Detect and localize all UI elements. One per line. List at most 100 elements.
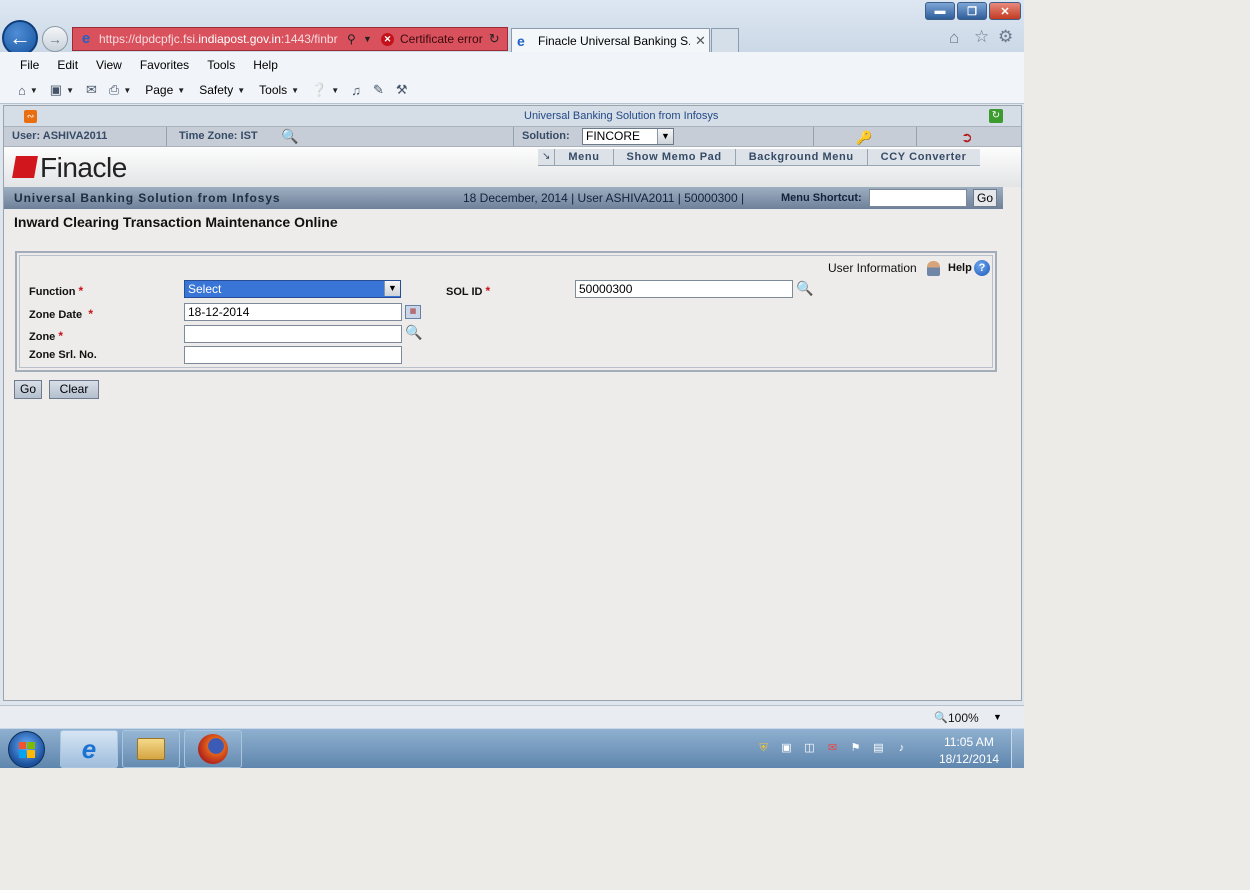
minimize-button[interactable]: ▬ bbox=[925, 2, 955, 20]
home-icon[interactable]: ⌂ bbox=[18, 83, 26, 98]
expand-arrow-icon[interactable]: ↘ bbox=[538, 149, 554, 165]
url-domain: indiapost.gov.in bbox=[198, 32, 281, 46]
forward-arrow-icon: → bbox=[48, 31, 62, 47]
clock-time[interactable]: 11:05 AM bbox=[944, 735, 994, 749]
browser-tab-active[interactable]: e Finacle Universal Banking S... ✕ bbox=[511, 28, 710, 52]
close-icon: ✕ bbox=[1000, 5, 1010, 18]
alert-speaker-icon[interactable]: ✉ bbox=[825, 741, 840, 756]
internet-explorer-icon: e bbox=[81, 733, 97, 764]
addon-icon[interactable]: ⚒ bbox=[396, 82, 408, 98]
zone-srl-input[interactable] bbox=[184, 346, 402, 364]
menu-view[interactable]: View bbox=[96, 58, 122, 72]
zoom-level[interactable]: 100% bbox=[948, 711, 979, 725]
restore-button[interactable]: ❐ bbox=[957, 2, 987, 20]
menu-help[interactable]: Help bbox=[253, 58, 278, 72]
close-icon[interactable]: ✕ bbox=[695, 33, 706, 49]
search-icon[interactable]: ⚲ bbox=[347, 32, 363, 46]
chevron-down-icon[interactable]: ▼ bbox=[66, 86, 74, 95]
volume-icon[interactable]: ♪ bbox=[894, 741, 909, 756]
tools-menu[interactable]: Tools bbox=[259, 83, 287, 97]
zone-input[interactable] bbox=[184, 325, 402, 343]
new-tab-button[interactable] bbox=[711, 28, 739, 52]
safety-menu[interactable]: Safety bbox=[199, 83, 233, 97]
chevron-down-icon[interactable]: ▼ bbox=[363, 34, 375, 44]
action-center-flag-icon[interactable]: ⚑ bbox=[848, 741, 863, 756]
nav-ccy-converter[interactable]: CCY Converter bbox=[866, 149, 980, 165]
taskbar-firefox[interactable] bbox=[184, 730, 242, 768]
help-icon[interactable]: ? bbox=[974, 260, 990, 276]
menu-tools[interactable]: Tools bbox=[207, 58, 235, 72]
close-window-button[interactable]: ✕ bbox=[989, 2, 1021, 20]
gear-icon[interactable]: ⚙ bbox=[998, 27, 1013, 47]
user-label: User: ASHIVA2011 bbox=[12, 130, 108, 142]
menu-file[interactable]: File bbox=[20, 58, 39, 72]
show-desktop-button[interactable] bbox=[1011, 729, 1024, 768]
chevron-down-icon[interactable]: ▼ bbox=[291, 86, 299, 95]
search-icon[interactable]: 🔍 bbox=[281, 128, 298, 145]
cert-error-icon[interactable]: ✕ bbox=[381, 32, 394, 46]
taskbar-file-explorer[interactable] bbox=[122, 730, 180, 768]
address-url[interactable]: https://dpdcpfjc.fsi.indiapost.gov.in:14… bbox=[99, 32, 345, 46]
chevron-down-icon[interactable]: ▼ bbox=[177, 86, 185, 95]
zone-date-input[interactable] bbox=[184, 303, 402, 321]
research-icon[interactable]: ♫ bbox=[351, 83, 361, 98]
display-icon[interactable]: ◫ bbox=[802, 741, 817, 756]
rss-icon[interactable]: ∾ bbox=[24, 110, 37, 123]
address-bar[interactable]: e https://dpdcpfjc.fsi.indiapost.gov.in:… bbox=[72, 27, 508, 51]
network-icon[interactable]: ▤ bbox=[871, 741, 886, 756]
solution-select[interactable]: FINCORE ▼ bbox=[582, 128, 674, 145]
chevron-down-icon[interactable]: ▼ bbox=[237, 86, 245, 95]
start-button[interactable] bbox=[8, 731, 45, 768]
print-icon[interactable]: ⎙ bbox=[109, 82, 119, 98]
finacle-header: Finacle ↘ Menu Show Memo Pad Background … bbox=[4, 147, 1021, 187]
menu-edit[interactable]: Edit bbox=[57, 58, 78, 72]
finacle-info-bar: User: ASHIVA2011 Time Zone: IST 🔍 Soluti… bbox=[4, 126, 1021, 147]
browser-window: ← → e https://dpdcpfjc.fsi.indiapost.gov… bbox=[0, 0, 1024, 768]
go-button[interactable]: Go bbox=[14, 380, 42, 399]
restore-icon: ❐ bbox=[967, 5, 977, 18]
certificate-error-label[interactable]: Certificate error bbox=[400, 32, 483, 46]
key-icon[interactable]: 🔑 bbox=[856, 130, 872, 146]
chevron-down-icon[interactable]: ▼ bbox=[993, 712, 1002, 722]
finacle-title-bar: Universal Banking Solution from Infosys … bbox=[4, 187, 1003, 209]
feeds-icon[interactable]: ▣ bbox=[50, 82, 62, 98]
forward-button[interactable]: → bbox=[42, 26, 68, 52]
nav-background-menu[interactable]: Background Menu bbox=[734, 149, 867, 165]
chevron-down-icon[interactable]: ▼ bbox=[123, 86, 131, 95]
user-icon[interactable] bbox=[927, 261, 940, 276]
search-icon[interactable]: 🔍 bbox=[796, 280, 813, 297]
nav-show-memo-pad[interactable]: Show Memo Pad bbox=[612, 149, 735, 165]
help-link[interactable]: Help bbox=[948, 262, 972, 274]
home-icon[interactable]: ⌂ bbox=[949, 28, 959, 48]
chevron-down-icon: ▼ bbox=[384, 281, 400, 296]
menu-favorites[interactable]: Favorites bbox=[140, 58, 189, 72]
nav-menu[interactable]: Menu bbox=[554, 149, 612, 165]
shield-icon[interactable]: ⛨ bbox=[756, 741, 771, 756]
menu-shortcut-go-button[interactable]: Go bbox=[973, 189, 997, 207]
help-icon[interactable]: ❔ bbox=[311, 82, 327, 98]
search-icon[interactable]: 🔍 bbox=[405, 324, 422, 341]
favorites-star-icon[interactable]: ☆ bbox=[974, 27, 989, 47]
calendar-icon[interactable]: ▦ bbox=[405, 305, 421, 319]
back-button[interactable]: ← bbox=[2, 20, 38, 56]
page-menu[interactable]: Page bbox=[145, 83, 173, 97]
sol-id-input[interactable] bbox=[575, 280, 793, 298]
clear-button[interactable]: Clear bbox=[49, 380, 99, 399]
messenger-icon[interactable]: ✎ bbox=[373, 82, 384, 98]
mail-icon[interactable]: ✉ bbox=[86, 82, 97, 98]
menu-shortcut-input[interactable] bbox=[869, 189, 967, 207]
refresh-icon[interactable]: ↻ bbox=[989, 109, 1003, 123]
chevron-down-icon[interactable]: ▼ bbox=[331, 86, 339, 95]
refresh-icon[interactable]: ↻ bbox=[489, 31, 500, 47]
folder-icon bbox=[137, 738, 165, 760]
chevron-down-icon[interactable]: ▼ bbox=[30, 86, 38, 95]
finacle-banner-text: Universal Banking Solution from Infosys bbox=[524, 110, 719, 122]
logout-icon[interactable]: ➲ bbox=[961, 129, 973, 146]
zoom-icon[interactable]: 🔍 bbox=[934, 711, 948, 724]
taskbar-internet-explorer[interactable]: e bbox=[60, 730, 118, 768]
function-select[interactable]: Select ▼ bbox=[184, 280, 401, 298]
finacle-page: ∾ Universal Banking Solution from Infosy… bbox=[3, 105, 1022, 701]
user-information-link[interactable]: User Information bbox=[828, 261, 917, 275]
clock-date[interactable]: 18/12/2014 bbox=[939, 752, 999, 766]
notification-icon[interactable]: ▣ bbox=[779, 741, 794, 756]
